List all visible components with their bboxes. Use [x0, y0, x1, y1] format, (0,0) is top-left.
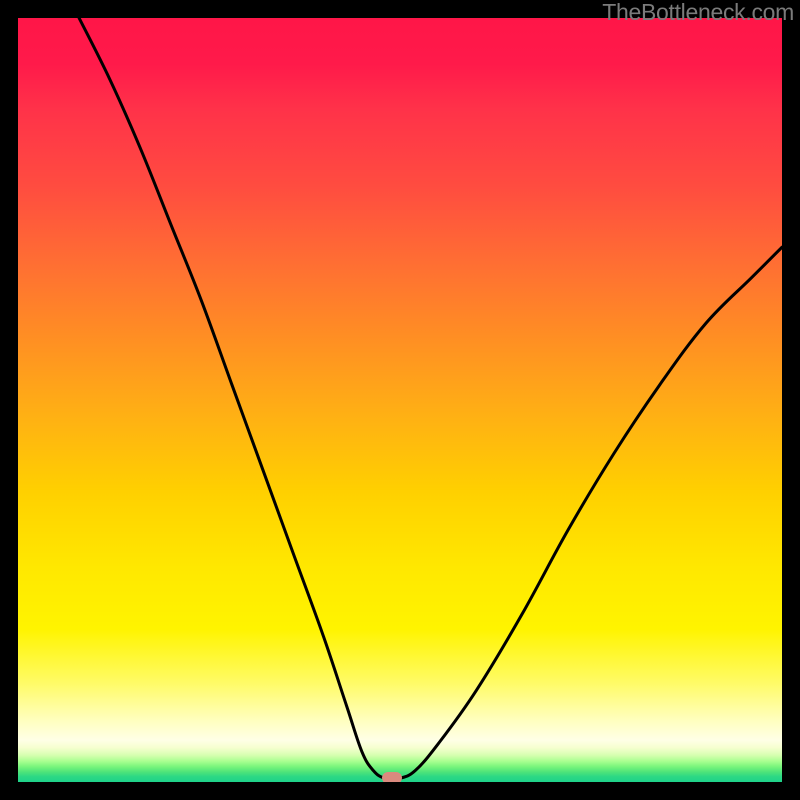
chart-frame: TheBottleneck.com: [0, 0, 800, 800]
curve-path: [79, 18, 782, 779]
minimum-marker: [382, 772, 402, 782]
attribution-label: TheBottleneck.com: [602, 0, 794, 24]
bottleneck-curve: [18, 18, 782, 782]
plot-area: [18, 18, 782, 782]
